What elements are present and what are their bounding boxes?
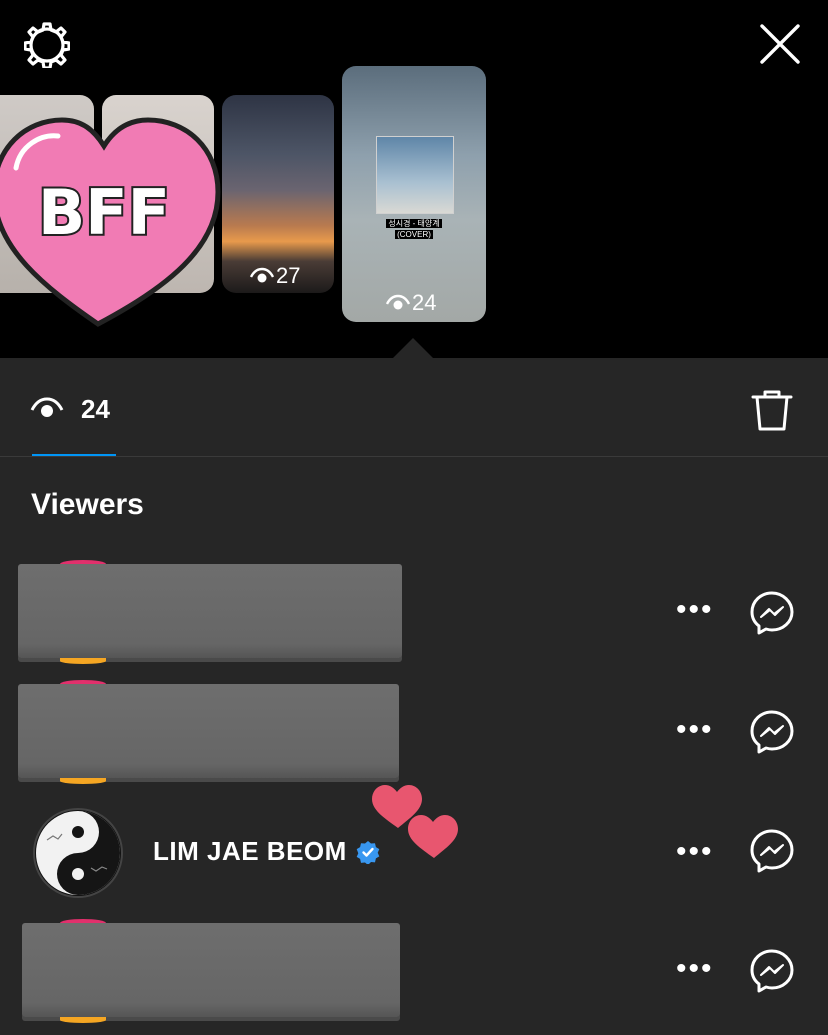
eye-icon [250, 267, 274, 283]
viewer-row[interactable]: ••• [0, 917, 828, 1027]
messenger-icon[interactable] [749, 948, 795, 994]
more-options-button[interactable]: ••• [676, 715, 714, 745]
story-ring [60, 778, 106, 784]
redacted-viewer [18, 564, 402, 658]
redacted-viewer [22, 923, 400, 1017]
more-options-button[interactable]: ••• [676, 954, 714, 984]
close-icon[interactable] [758, 22, 802, 66]
view-count[interactable]: 24 [81, 394, 110, 425]
svg-text:BFF: BFF [38, 176, 170, 249]
eye-icon[interactable] [30, 394, 64, 422]
story-view-count: 24 [386, 290, 436, 316]
active-tab-indicator [32, 454, 116, 456]
bff-heart-sticker: BFF [0, 117, 221, 327]
trash-icon[interactable] [751, 388, 793, 432]
redacted-viewer [18, 684, 399, 778]
viewers-heading: Viewers [31, 488, 144, 521]
story-ring [60, 1017, 106, 1023]
yin-yang-avatar-image [36, 811, 120, 895]
album-caption: 성시경 - 태양계 (COVER) [386, 219, 442, 239]
viewer-username[interactable]: LIM JAE BEOM [153, 836, 347, 867]
story-thumbnail-selected[interactable]: 성시경 - 태양계 (COVER) 24 [342, 66, 486, 322]
viewer-row[interactable]: ••• [0, 558, 828, 668]
selection-pointer [392, 338, 434, 359]
messenger-icon[interactable] [749, 709, 795, 755]
album-cover-image [376, 136, 454, 214]
messenger-icon[interactable] [749, 590, 795, 636]
messenger-icon[interactable] [749, 828, 795, 874]
story-ring [60, 658, 106, 664]
more-options-button[interactable]: ••• [676, 595, 714, 625]
avatar[interactable] [33, 808, 123, 898]
more-options-button[interactable]: ••• [676, 837, 714, 867]
story-tray: 7 27 성시경 - 태양계 (COVER) 24 BFF [0, 0, 828, 358]
hearts-sticker [372, 785, 458, 858]
eye-icon [386, 294, 410, 310]
story-view-count: 27 [250, 263, 300, 289]
viewer-row[interactable]: ••• [0, 678, 828, 788]
story-thumbnail[interactable]: 27 [222, 95, 334, 293]
stats-bar [0, 358, 828, 457]
gear-icon[interactable] [24, 22, 70, 68]
